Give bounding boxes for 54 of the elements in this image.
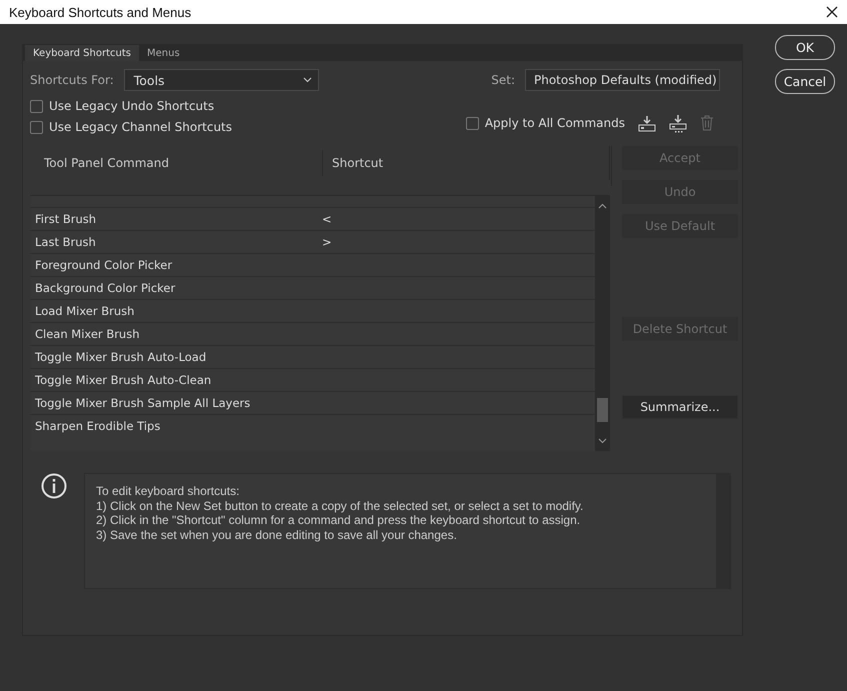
table-row[interactable]: Load Mixer Brush — [30, 299, 595, 322]
table-row[interactable]: Clean Mixer Brush — [30, 322, 595, 345]
shortcuts-for-dropdown[interactable]: Tools — [124, 69, 319, 91]
command-cell-text: Foreground Color Picker — [34, 258, 174, 272]
set-dropdown[interactable]: Photoshop Defaults (modified) — [525, 69, 720, 91]
instruction-text: 3) Save the set when you are done editing to save all your changes. — [96, 528, 458, 542]
close-icon[interactable] — [826, 6, 838, 18]
chevron-down-icon — [302, 77, 312, 83]
command-cell-text: Sharpen Erodible Tips — [34, 419, 162, 433]
command-cell-text: Last Brush — [34, 235, 97, 249]
tab[interactable]: Menus — [139, 45, 188, 61]
command-cell-text: Toggle Mixer Brush Auto-Clean — [34, 373, 212, 387]
shortcut-cell-text: < — [321, 212, 332, 226]
table-row[interactable]: Toggle Mixer Brush Sample All Layers — [30, 391, 595, 414]
instruction-text: 1) Click on the New Set button to create a copy of the selected set, or select a set to modify. — [96, 498, 584, 513]
table-row[interactable]: Foreground Color Picker — [30, 253, 595, 276]
save-set-icon[interactable] — [638, 114, 656, 132]
dialog-button[interactable]: OK — [775, 35, 835, 60]
column-header: Shortcut — [331, 156, 384, 170]
checkbox[interactable] — [30, 120, 43, 134]
scroll-thumb[interactable] — [597, 398, 608, 422]
action-button[interactable]: Summarize... — [622, 395, 738, 419]
save-set-as-icon[interactable] — [669, 114, 687, 132]
table-row[interactable]: Background Color Picker — [30, 276, 595, 299]
table-row[interactable]: First Brush < — [30, 207, 595, 230]
command-cell-text: Toggle Mixer Brush Sample All Layers — [34, 396, 252, 410]
scrollbar[interactable] — [595, 196, 610, 451]
checkbox-option[interactable]: Use Legacy Channel Shortcuts — [30, 120, 232, 134]
shortcuts-for-label: Shortcuts For: — [30, 73, 114, 87]
checkbox-option[interactable]: Use Legacy Undo Shortcuts — [30, 99, 232, 113]
checkbox-option[interactable]: Apply to All Commands — [466, 116, 625, 130]
info-icon — [41, 473, 67, 499]
column-header: Tool Panel Command — [30, 150, 323, 176]
instruction-text: 2) Click in the "Shortcut" column for a command and press the keyboard shortcut to assign. — [96, 513, 582, 528]
tab[interactable]: Keyboard Shortcuts — [25, 45, 139, 61]
dialog-button[interactable]: Cancel — [775, 69, 835, 94]
table-row[interactable]: Toggle Mixer Brush Auto-Load — [30, 345, 595, 368]
table-row[interactable]: Sharpen Erodible Tips — [30, 414, 595, 437]
command-cell-text: Background Color Picker — [34, 281, 176, 295]
set-label: Set: — [491, 73, 515, 87]
checkbox[interactable] — [30, 100, 43, 112]
trash-icon[interactable] — [700, 115, 714, 131]
table-row[interactable]: Toggle Mixer Brush Auto-Clean — [30, 368, 595, 391]
instruction-text: To edit keyboard shortcuts: — [96, 484, 240, 498]
checkbox[interactable] — [466, 116, 479, 130]
command-cell-text: Clean Mixer Brush — [34, 327, 141, 341]
command-cell-text: Toggle Mixer Brush Auto-Load — [34, 350, 208, 364]
scroll-down-icon[interactable] — [598, 438, 607, 444]
scroll-up-icon[interactable] — [598, 203, 607, 209]
shortcut-cell-text: > — [321, 235, 332, 249]
command-cell-text: First Brush — [34, 212, 98, 226]
window-title: Keyboard Shortcuts and Menus — [9, 4, 192, 20]
table-row[interactable]: Last Brush > — [30, 230, 595, 253]
command-cell-text: Load Mixer Brush — [34, 304, 136, 318]
